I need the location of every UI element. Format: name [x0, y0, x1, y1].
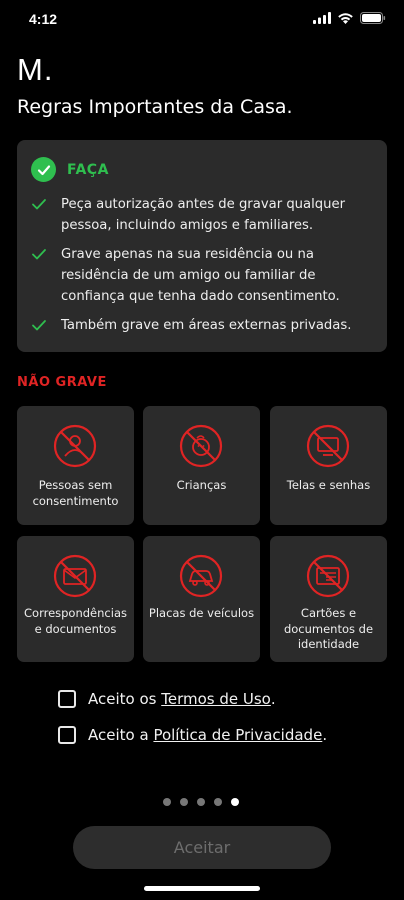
dont-tile-mail: Correspondências e documentos — [17, 536, 134, 662]
page-title: Regras Importantes da Casa. — [17, 96, 293, 118]
check-circle-icon — [31, 157, 56, 182]
terms-link[interactable]: Termos de Uso — [161, 690, 271, 708]
no-mail-icon — [53, 554, 97, 598]
do-list-item: Também grave em áreas externas privadas. — [31, 315, 371, 336]
home-indicator[interactable] — [144, 886, 260, 891]
do-title: FAÇA — [67, 161, 109, 178]
tile-label: Correspondências e documentos — [24, 606, 127, 636]
privacy-prefix: Aceito a — [88, 726, 154, 744]
do-card: FAÇA Peça autorização antes de gravar qu… — [17, 140, 387, 352]
privacy-suffix: . — [322, 726, 328, 744]
page-dot[interactable] — [214, 798, 222, 806]
privacy-consent[interactable]: Aceito a Política de Privacidade . — [58, 726, 327, 744]
page-dot[interactable] — [197, 798, 205, 806]
no-id-card-icon — [306, 554, 350, 598]
no-vehicle-icon — [179, 554, 223, 598]
do-list-item: Grave apenas na sua residência ou na res… — [31, 244, 371, 307]
check-icon — [32, 249, 46, 260]
page-dot[interactable] — [180, 798, 188, 806]
no-screen-icon — [306, 424, 350, 468]
page-dot-active[interactable] — [231, 798, 239, 806]
wifi-icon — [338, 13, 353, 24]
no-child-icon — [179, 424, 223, 468]
no-person-icon — [53, 424, 97, 468]
page-indicator — [163, 798, 239, 806]
signal-icon — [313, 12, 331, 24]
dont-tile-id-cards: Cartões e documentos de identidade — [270, 536, 387, 662]
dont-tile-screens: Telas e senhas — [270, 406, 387, 525]
dont-tile-vehicles: Placas de veículos — [143, 536, 260, 662]
tile-label: Telas e senhas — [286, 478, 371, 492]
dont-tile-children: Crianças — [143, 406, 260, 525]
status-bar: 4:12 — [0, 0, 404, 40]
tile-label: Placas de veículos — [148, 606, 255, 620]
do-header: FAÇA — [31, 157, 109, 182]
page-dot[interactable] — [163, 798, 171, 806]
status-icons — [313, 12, 386, 24]
dont-tile-people: Pessoas sem consentimento — [17, 406, 134, 525]
do-item-text: Grave apenas na sua residência ou na res… — [61, 247, 340, 304]
battery-icon — [360, 12, 386, 24]
dont-title: NÃO GRAVE — [17, 375, 107, 390]
terms-suffix: . — [270, 690, 276, 708]
status-time: 4:12 — [29, 11, 58, 27]
do-item-text: Também grave em áreas externas privadas. — [61, 318, 352, 333]
check-icon — [32, 199, 46, 210]
terms-prefix: Aceito os — [88, 690, 162, 708]
tile-label: Crianças — [176, 478, 227, 492]
do-item-text: Peça autorização antes de gravar qualque… — [61, 197, 346, 233]
accept-button[interactable]: Aceitar — [73, 826, 331, 869]
privacy-checkbox[interactable] — [58, 726, 76, 744]
tile-label: Cartões e documentos de identidade — [283, 606, 374, 651]
do-list-item: Peça autorização antes de gravar qualque… — [31, 194, 371, 236]
check-icon — [32, 320, 46, 331]
terms-checkbox[interactable] — [58, 690, 76, 708]
tile-label: Pessoas sem consentimento — [32, 478, 119, 508]
privacy-link[interactable]: Política de Privacidade — [153, 726, 322, 744]
terms-consent[interactable]: Aceito os Termos de Uso . — [58, 690, 276, 708]
app-logo: M. — [17, 52, 54, 87]
